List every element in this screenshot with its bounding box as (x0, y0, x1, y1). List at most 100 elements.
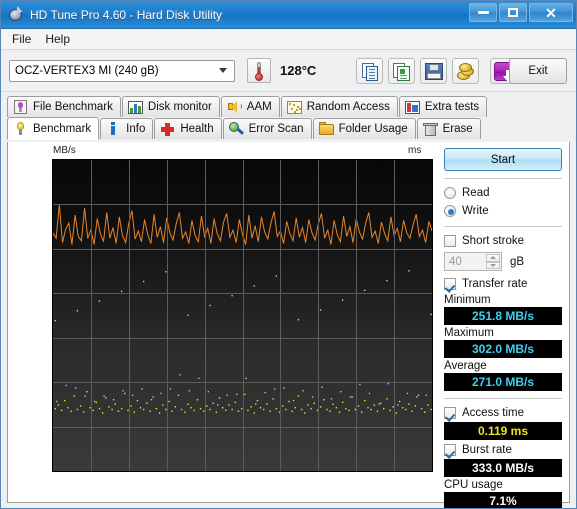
access-time-checkbox[interactable]: Access time (444, 404, 562, 421)
access-time-value-box: 0.119 ms (444, 422, 562, 440)
tab-label: Random Access (306, 101, 390, 113)
menu-bar: File Help (1, 29, 576, 50)
extra-tests-icon (404, 100, 420, 115)
short-stroke-checkbox[interactable]: Short stroke (444, 232, 562, 249)
tab-label: Benchmark (33, 122, 92, 135)
short-stroke-label: Short stroke (462, 234, 524, 247)
burst-rate-label: Burst rate (462, 443, 512, 456)
y2-axis-tick-mark (432, 293, 433, 294)
tab-extra-tests[interactable]: Extra tests (398, 96, 488, 117)
chart-plot-area[interactable]: 0501001502002503003500.050.100.150.200.2… (52, 159, 433, 472)
tab-health[interactable]: Health (154, 118, 222, 139)
tab-label: AAM (246, 101, 272, 113)
tab-folder-usage[interactable]: Folder Usage (312, 118, 416, 139)
save-button[interactable] (420, 57, 448, 84)
x-axis-tick-mark (243, 471, 244, 472)
disk-monitor-icon (127, 100, 143, 115)
y-axis-label: MB/s (53, 145, 76, 156)
tab-label: Disk monitor (147, 101, 212, 113)
transfer-rate-label: Transfer rate (462, 277, 528, 290)
file-benchmark-icon (13, 99, 28, 115)
cpu-usage-value-box: 7.1% (444, 492, 562, 508)
short-stroke-value: 40 (449, 255, 462, 268)
exit-button[interactable]: Exit (509, 58, 567, 84)
grid-line (242, 160, 244, 471)
minimum-value-box: 251.8 MB/s (444, 307, 562, 325)
menu-item-help[interactable]: Help (42, 30, 81, 48)
short-stroke-checkbox-icon (444, 234, 456, 247)
y2-axis-tick-mark (432, 382, 433, 383)
benchmark-bulb-icon (13, 121, 28, 136)
write-radio-icon (444, 204, 456, 217)
tab-erase[interactable]: Erase (416, 118, 481, 139)
x-axis-tick-mark (91, 471, 92, 472)
access-time-value: 0.119 ms (477, 424, 529, 438)
copy-to-spreadsheet-button[interactable] (388, 57, 416, 84)
maximize-icon (508, 8, 518, 17)
radio-write[interactable]: Write (444, 202, 562, 219)
average-value: 271.0 MB/s (471, 375, 535, 389)
cpu-usage-value: 7.1% (489, 494, 517, 508)
y-axis-tick-mark (52, 338, 53, 339)
stepper-up-icon[interactable] (486, 254, 500, 262)
y-axis-tick-mark (52, 382, 53, 383)
maximum-value: 302.0 MB/s (471, 342, 535, 356)
tab-info[interactable]: Info (100, 118, 154, 139)
grid-line (394, 160, 396, 471)
drive-select[interactable]: OCZ-VERTEX3 MI (240 gB) (9, 59, 235, 82)
speaker-icon (227, 100, 242, 115)
x-axis-tick-mark (167, 471, 168, 472)
tab-random-access[interactable]: Random Access (280, 96, 398, 117)
y-axis-tick-mark (52, 249, 53, 250)
y-axis-tick-mark (52, 427, 53, 428)
tab-aam[interactable]: AAM (220, 96, 280, 117)
transfer-rate-checkbox-icon (444, 277, 456, 290)
minimum-value: 251.8 MB/s (471, 309, 535, 323)
tab-disk-monitor[interactable]: Disk monitor (121, 96, 220, 117)
grid-line (356, 160, 358, 471)
close-button[interactable]: ✕ (529, 3, 573, 22)
short-stroke-size-row: 40 gB (444, 252, 562, 271)
y-axis-tick-mark (52, 160, 53, 161)
hdtune-window: HD Tune Pro 4.60 - Hard Disk Utility ✕ F… (0, 0, 577, 509)
y2-axis-tick-mark (432, 249, 433, 250)
minimize-button[interactable] (469, 3, 497, 22)
y2-axis-tick-mark (432, 338, 433, 339)
trash-icon (422, 122, 438, 137)
x-axis-tick-mark (129, 471, 130, 472)
y2-axis-label: ms (408, 145, 422, 156)
info-icon (106, 121, 121, 137)
hdtune-logo-icon (8, 7, 24, 23)
toolbar: OCZ-VERTEX3 MI (240 gB) 128°C Exit (1, 50, 576, 92)
y2-axis-tick-mark (432, 427, 433, 428)
x-axis-tick-mark (432, 471, 433, 472)
start-button[interactable]: Start (444, 148, 562, 171)
tab-file-benchmark[interactable]: File Benchmark (7, 96, 121, 117)
x-axis-tick-mark (356, 471, 357, 472)
tab-error-scan[interactable]: Error Scan (222, 118, 312, 139)
donate-button[interactable] (452, 57, 480, 84)
grid-line (318, 160, 320, 471)
stepper-down-icon[interactable] (486, 261, 500, 269)
maximum-label: Maximum (444, 327, 494, 339)
magnifier-icon (228, 121, 244, 137)
radio-read[interactable]: Read (444, 184, 562, 201)
burst-rate-checkbox[interactable]: Burst rate (444, 441, 562, 458)
x-axis-tick-mark (280, 471, 281, 472)
minimum-label: Minimum (444, 294, 491, 306)
menu-item-file[interactable]: File (9, 30, 42, 48)
y2-axis-tick-mark (432, 204, 433, 205)
tab-benchmark[interactable]: Benchmark (7, 117, 100, 140)
access-time-checkbox-icon (444, 406, 456, 419)
benchmark-chart: MB/s ms 0501001502002503003500.050.100.1… (8, 142, 436, 502)
maximize-button[interactable] (499, 3, 527, 22)
transfer-rate-checkbox[interactable]: Transfer rate (444, 275, 562, 292)
write-label: Write (462, 204, 489, 217)
temperature-button[interactable] (247, 58, 271, 83)
copy-button[interactable] (356, 57, 384, 84)
window-controls: ✕ (469, 3, 573, 22)
chevron-down-icon (214, 62, 232, 80)
short-stroke-stepper[interactable]: 40 (444, 252, 502, 271)
read-label: Read (462, 186, 490, 199)
folder-icon (318, 121, 334, 137)
